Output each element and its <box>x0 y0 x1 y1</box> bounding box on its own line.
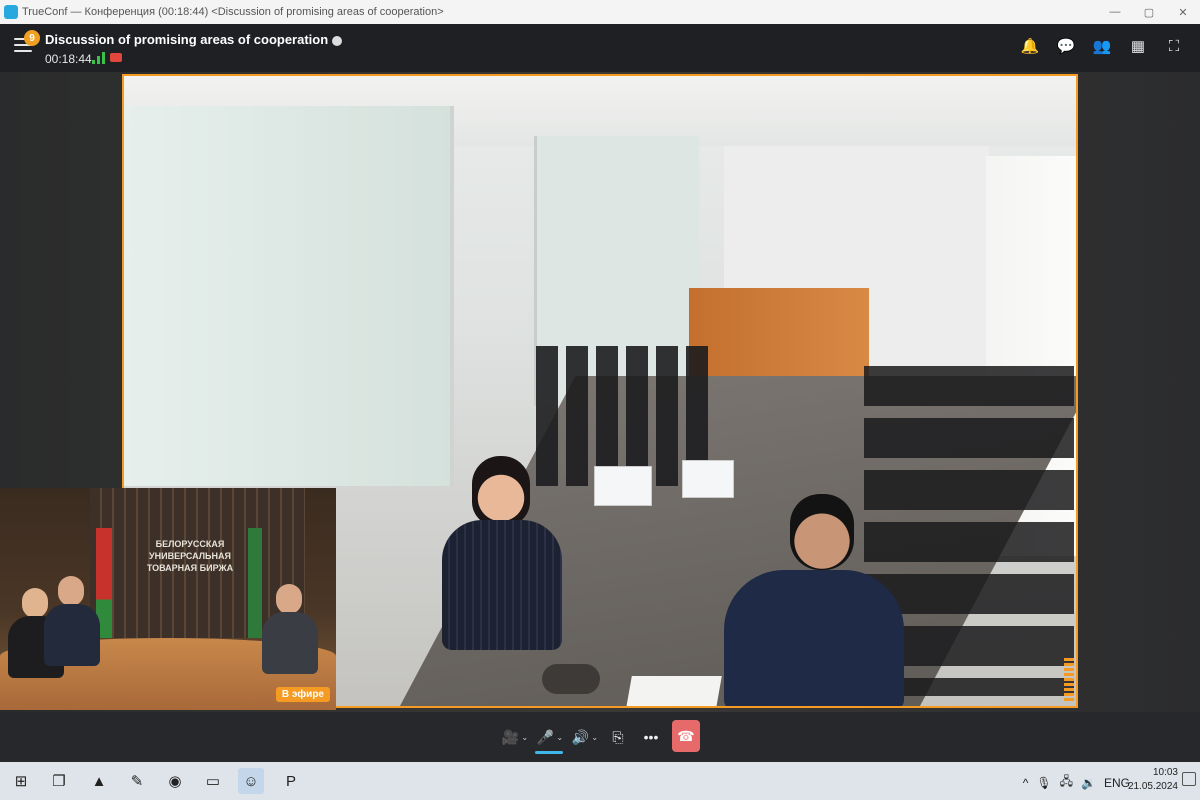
participants-icon[interactable]: 👥 <box>1092 36 1112 56</box>
share-screen-button[interactable]: ⎘ <box>607 724 629 750</box>
self-participant-3 <box>262 584 318 674</box>
volume-icon[interactable]: 🔉 <box>1081 776 1096 790</box>
close-button[interactable]: ✕ <box>1166 0 1200 24</box>
table-flag-haab <box>682 460 734 498</box>
camera-button[interactable]: 🎥 ⌄ <box>500 724 530 750</box>
fullscreen-icon[interactable]: ⛶ <box>1164 36 1184 56</box>
sign-line-1: БЕЛОРУССКАЯ УНИВЕРСАЛЬНАЯ <box>149 539 231 561</box>
mic-level-bar <box>535 751 563 754</box>
microphone-icon: 🎤 <box>536 728 555 745</box>
file-explorer-icon[interactable]: ▭ <box>200 768 226 794</box>
bell-icon[interactable]: 🔔 <box>1020 36 1040 56</box>
windows-start-icon[interactable]: ⊞ <box>8 768 34 794</box>
more-icon: ••• <box>643 729 659 745</box>
clock-date: 21.05.2024 <box>1127 781 1178 792</box>
minimize-button[interactable]: — <box>1098 0 1132 24</box>
participants-badge: 9 <box>24 30 40 46</box>
powerpoint-icon[interactable]: P <box>278 768 304 794</box>
chat-icon[interactable]: 💬 <box>1056 36 1076 56</box>
camera-icon: 🎥 <box>501 728 520 745</box>
chrome-icon[interactable]: ◉ <box>162 768 188 794</box>
microphone-tray-icon[interactable]: 🎙 <box>1036 776 1051 790</box>
trueconf-room-icon[interactable]: ▲ <box>86 768 112 794</box>
self-view-video[interactable]: БЕЛОРУССКАЯ УНИВЕРСАЛЬНАЯ ТОВАРНАЯ БИРЖА… <box>0 488 336 710</box>
sign-line-2: ТОВАРНАЯ БИРЖА <box>146 563 234 573</box>
exchange-sign: БЕЛОРУССКАЯ УНИВЕРСАЛЬНАЯ ТОВАРНАЯ БИРЖА <box>120 538 260 574</box>
speaker-icon: 🔊 <box>571 728 590 745</box>
language-indicator[interactable]: ENG <box>1104 776 1130 790</box>
participant-man <box>724 494 904 706</box>
system-clock[interactable]: 10:03 21.05.2024 <box>1128 766 1178 794</box>
more-button[interactable]: ••• <box>640 724 662 750</box>
window-controls: — ▢ ✕ <box>1098 0 1200 24</box>
trueconf-icon[interactable]: ☺ <box>238 768 264 794</box>
on-air-badge: В эфире <box>275 687 330 702</box>
window-title: TrueConf — Конференция (00:18:44) <Discu… <box>22 6 444 18</box>
windows-taskbar: ⊞ ❐ ▲ ✎ ◉ ▭ ☺ P ^ 🎙 🖧 🔉 ENG 10:03 21.05.… <box>0 762 1200 800</box>
self-participant-2 <box>44 576 100 666</box>
call-controls: 🎥 ⌄ 🎤 ⌄ 🔊 ⌄ ⎘ ••• ☎ <box>0 712 1200 762</box>
table-flag-mge <box>594 466 652 506</box>
video-stage: БЕЛОРУССКАЯ УНИВЕРСАЛЬНАЯ ТОВАРНАЯ БИРЖА… <box>0 72 1200 712</box>
maximize-button[interactable]: ▢ <box>1132 0 1166 24</box>
microphone-button[interactable]: 🎤 ⌄ <box>535 724 565 750</box>
paper-document <box>626 676 722 706</box>
speaker-button[interactable]: 🔊 ⌄ <box>570 724 600 750</box>
header-toolbar: 🔔 💬 👥 ▦ ⛶ <box>1020 36 1184 56</box>
chevron-down-icon[interactable]: ⌄ <box>556 733 563 742</box>
system-tray: ^ 🎙 🖧 🔉 ENG <box>1023 772 1130 793</box>
hangup-icon: ☎ <box>677 727 695 744</box>
recording-icon <box>110 53 122 62</box>
notification-icon[interactable] <box>1182 772 1196 786</box>
signal-strength-icon <box>92 52 106 64</box>
conference-timer: 00:18:44 <box>45 52 92 66</box>
conference-title-text: Discussion of promising areas of coopera… <box>45 32 329 47</box>
hangup-button[interactable]: ☎ <box>672 720 700 752</box>
clock-time: 10:03 <box>1152 767 1178 778</box>
conference-header: 9 Discussion of promising areas of coope… <box>0 24 1200 72</box>
paint-icon[interactable]: ✎ <box>124 768 150 794</box>
chevron-up-icon[interactable]: ^ <box>1023 776 1029 790</box>
trueconf-app-icon <box>4 5 18 19</box>
conference-speakerphone <box>542 664 600 694</box>
conference-title: Discussion of promising areas of coopera… <box>45 32 343 47</box>
chevron-down-icon[interactable]: ⌄ <box>591 733 598 742</box>
info-icon[interactable] <box>332 35 343 46</box>
task-view-icon[interactable]: ❐ <box>46 768 72 794</box>
glass-partition <box>124 106 454 486</box>
window-titlebar: TrueConf — Конференция (00:18:44) <Discu… <box>0 0 1200 24</box>
chevron-down-icon[interactable]: ⌄ <box>521 733 528 742</box>
network-icon[interactable]: 🖧 <box>1060 772 1073 793</box>
layout-icon[interactable]: ▦ <box>1128 36 1148 56</box>
audio-level-meter <box>1064 658 1074 702</box>
participant-woman <box>434 456 574 656</box>
share-screen-icon: ⎘ <box>612 728 624 745</box>
